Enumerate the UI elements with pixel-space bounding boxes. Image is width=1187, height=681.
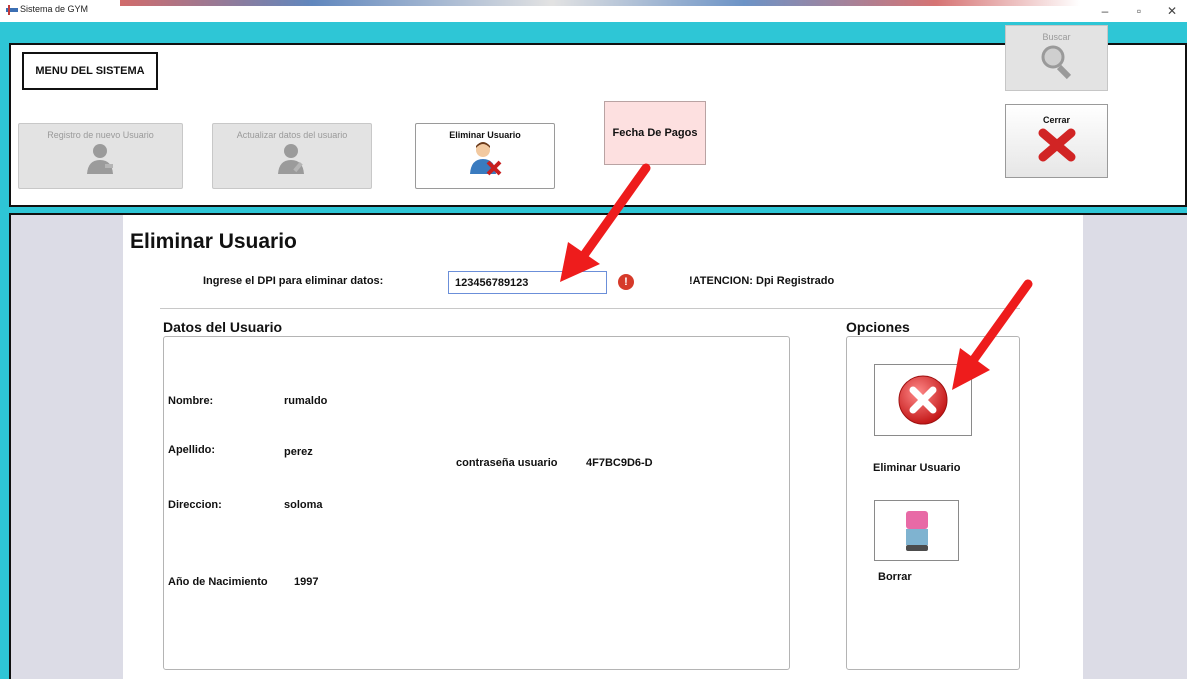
eraser-icon [905,510,928,551]
direccion-label: Direccion: [168,499,222,511]
minimize-button[interactable]: – [1090,2,1120,20]
direccion-value: soloma [284,499,323,511]
user-add-icon [86,144,113,174]
register-user-label: Registro de nuevo Usuario [47,130,154,140]
payment-dates-button[interactable]: Fecha De Pagos [604,101,706,165]
title-bar-background [120,0,1080,6]
close-button[interactable]: Cerrar [1005,104,1108,178]
warning-message: !ATENCION: Dpi Registrado [689,275,835,287]
annotation-arrow-delete [952,279,1033,390]
anio-label: Año de Nacimiento [168,576,268,588]
password-label: contraseña usuario [456,457,558,469]
delete-user-tab-button[interactable]: Eliminar Usuario [415,123,555,189]
delete-user-tab-label: Eliminar Usuario [449,130,521,140]
clear-button[interactable] [874,500,959,561]
close-window-button[interactable]: ✕ [1157,2,1187,20]
apellido-label: Apellido: [168,444,216,456]
annotation-arrow-dpi [560,163,651,282]
user-data-box [163,336,790,670]
close-icon [1038,128,1075,162]
anio-value: 1997 [294,576,319,588]
register-user-button[interactable]: Registro de nuevo Usuario [18,123,183,189]
update-user-label: Actualizar datos del usuario [236,130,348,140]
search-icon [1041,45,1071,80]
divider [160,308,1020,309]
apellido-value: perez [284,446,313,458]
dpi-label: Ingrese el DPI para eliminar datos: [203,275,384,287]
clear-label: Borrar [878,571,912,583]
maximize-button[interactable]: ▫ [1124,2,1154,20]
window-title: Sistema de GYM [20,4,89,14]
app-icon [6,5,18,15]
close-label: Cerrar [1042,115,1071,125]
user-delete-icon [470,142,502,176]
user-data-title: Datos del Usuario [163,319,283,335]
user-edit-icon [278,144,304,174]
title-bar: Sistema de GYM – ▫ ✕ [0,0,1187,22]
search-button[interactable]: Buscar [1005,25,1108,91]
nombre-value: rumaldo [284,395,328,407]
delete-user-label: Eliminar Usuario [873,462,961,474]
update-user-button[interactable]: Actualizar datos del usuario [212,123,372,189]
options-title: Opciones [846,319,910,335]
nombre-label: Nombre: [168,395,214,407]
search-label: Buscar [1042,32,1071,42]
password-value: 4F7BC9D6-D [586,457,653,469]
menu-title: MENU DEL SISTEMA [22,52,158,90]
page-title: Eliminar Usuario [130,230,297,253]
